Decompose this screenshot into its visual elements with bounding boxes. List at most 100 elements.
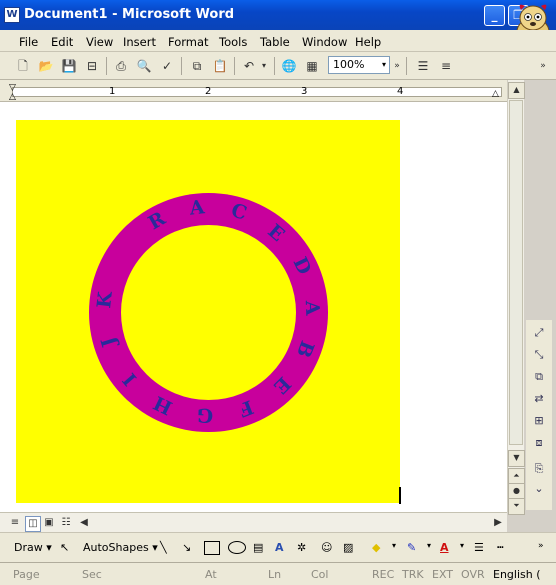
zoom-field[interactable]: 100% ▾ bbox=[328, 56, 390, 74]
scroll-up-icon[interactable]: ▲ bbox=[508, 82, 525, 99]
layout-icon[interactable]: ⧈ bbox=[530, 434, 548, 452]
ring-letter: A bbox=[188, 196, 206, 220]
scroll-down-icon[interactable]: ▼ bbox=[508, 450, 525, 467]
line-style-icon[interactable]: ☰ bbox=[474, 541, 484, 554]
rectangle-icon[interactable] bbox=[204, 541, 220, 555]
scroll-left-icon[interactable]: ◀ bbox=[77, 516, 91, 530]
menu-bar: File Edit View Insert Format Tools Table… bbox=[0, 30, 556, 52]
status-language: English ( bbox=[493, 568, 541, 581]
status-page: Page bbox=[13, 568, 40, 581]
menu-edit[interactable]: Edit bbox=[51, 35, 73, 49]
menu-window[interactable]: Window bbox=[302, 35, 347, 49]
vertical-scroll-thumb[interactable] bbox=[509, 100, 523, 445]
hyperlink-globe-icon[interactable]: 🌐 bbox=[280, 57, 298, 75]
menu-view[interactable]: View bbox=[86, 35, 113, 49]
ruler-strip: 1 2 3 4 bbox=[12, 86, 502, 97]
fill-color-icon[interactable]: ◆ bbox=[372, 541, 380, 554]
spelling-icon[interactable]: ✓ bbox=[158, 57, 176, 75]
status-ovr[interactable]: OVR bbox=[461, 568, 485, 581]
scroll-right-icon[interactable]: ▶ bbox=[491, 516, 505, 530]
drawing-toolbar: Draw ▾ ↖ AutoShapes ▾ ╲ ↘ ▤ A ✲ ☺ ▨ ◆ ▾ … bbox=[0, 532, 556, 562]
standard-toolbar: 🗋 📂 💾 ⊟ ⎙ 🔍 ✓ ⧉ 📋 ↶ ▾ 🌐 ▦ 100% ▾ » ☰ ≡ » bbox=[0, 52, 556, 80]
clip-art-icon[interactable]: ☺ bbox=[321, 541, 332, 554]
font-color-icon[interactable]: A bbox=[440, 541, 449, 554]
toolbar-separator bbox=[406, 57, 407, 75]
dash-style-icon[interactable]: ┅ bbox=[497, 541, 504, 554]
insert-picture-icon[interactable]: ▨ bbox=[343, 541, 353, 554]
autoshapes-menu-button[interactable]: AutoShapes ▾ bbox=[83, 541, 158, 554]
ring-letter: A bbox=[301, 299, 324, 316]
insert-table-icon[interactable]: ▦ bbox=[303, 57, 321, 75]
print-preview-icon[interactable]: 🔍 bbox=[135, 57, 153, 75]
web-layout-view-icon[interactable]: ◫ bbox=[25, 516, 41, 532]
permission-icon[interactable]: ⊟ bbox=[83, 57, 101, 75]
paste-icon[interactable]: 📋 bbox=[211, 57, 229, 75]
copy-icon[interactable]: ⧉ bbox=[188, 57, 206, 75]
palette-overflow-icon[interactable]: ⌄ bbox=[530, 480, 548, 498]
outline-view-icon[interactable]: ☷ bbox=[59, 516, 73, 530]
textbox-icon[interactable]: ▤ bbox=[253, 541, 263, 554]
arrow-icon[interactable]: ↘ bbox=[182, 541, 191, 554]
title-bar: W Document1 - Microsoft Word _ ❐ bbox=[0, 0, 556, 30]
fit-drawing-icon[interactable]: ⤢ bbox=[530, 324, 548, 342]
menu-tools[interactable]: Tools bbox=[219, 35, 247, 49]
right-indent-marker-icon[interactable]: △ bbox=[492, 89, 499, 99]
menu-table[interactable]: Table bbox=[260, 35, 290, 49]
line-color-dropdown-icon[interactable]: ▾ bbox=[427, 541, 431, 550]
ruler-number: 3 bbox=[301, 86, 308, 97]
menu-format[interactable]: Format bbox=[168, 35, 209, 49]
wordart-icon[interactable]: A bbox=[275, 541, 284, 554]
word-app-icon[interactable]: W bbox=[4, 7, 20, 23]
toolbar-separator bbox=[234, 57, 235, 75]
status-rec[interactable]: REC bbox=[372, 568, 394, 581]
ring-inner-hole bbox=[121, 225, 296, 400]
line-color-icon[interactable]: ✎ bbox=[407, 541, 416, 554]
toolbar-separator bbox=[274, 57, 275, 75]
text-wrapping-icon[interactable]: ⇄ bbox=[530, 390, 548, 408]
scale-drawing-icon[interactable]: ⧉ bbox=[530, 368, 548, 386]
minimize-button[interactable]: _ bbox=[484, 5, 505, 26]
undo-dropdown-icon[interactable]: ▾ bbox=[259, 57, 269, 75]
draw-menu-button[interactable]: Draw ▾ bbox=[14, 541, 52, 554]
window-title: Document1 - Microsoft Word bbox=[24, 7, 235, 22]
status-ext[interactable]: EXT bbox=[432, 568, 453, 581]
horizontal-scrollbar[interactable]: ≡ ◫ ▣ ☷ ◀ ▶ bbox=[0, 512, 507, 532]
toolbar-separator bbox=[181, 57, 182, 75]
ring-letter: K bbox=[93, 290, 117, 310]
drawing-overflow-icon[interactable]: » bbox=[538, 541, 544, 551]
undo-icon[interactable]: ↶ bbox=[240, 57, 258, 75]
font-color-dropdown-icon[interactable]: ▾ bbox=[460, 541, 464, 550]
line-icon[interactable]: ╲ bbox=[160, 541, 167, 554]
select-objects-icon[interactable]: ↖ bbox=[60, 541, 69, 554]
toolbar-overflow-icon[interactable]: » bbox=[392, 57, 402, 75]
ruler-number: 4 bbox=[397, 86, 404, 97]
draw-label: Draw bbox=[14, 541, 43, 554]
align-left-icon[interactable]: ☰ bbox=[414, 57, 432, 75]
fill-color-dropdown-icon[interactable]: ▾ bbox=[392, 541, 396, 550]
print-icon[interactable]: ⎙ bbox=[112, 57, 130, 75]
next-page-icon[interactable]: ⏷ bbox=[508, 498, 525, 515]
print-layout-view-icon[interactable]: ▣ bbox=[42, 516, 56, 530]
minimize-icon: _ bbox=[491, 8, 498, 22]
organize-icon[interactable]: ⊞ bbox=[530, 412, 548, 430]
drawing-canvas-palette: ⤢ ⤡ ⧉ ⇄ ⊞ ⧈ ⎘ ⌄ bbox=[526, 320, 552, 510]
menu-file[interactable]: File bbox=[19, 35, 38, 49]
zoom-dropdown-icon[interactable]: ▾ bbox=[382, 57, 386, 73]
menu-help[interactable]: Help bbox=[355, 35, 381, 49]
save-icon[interactable]: 💾 bbox=[60, 57, 78, 75]
expand-drawing-icon[interactable]: ⤡ bbox=[530, 346, 548, 364]
formatting-overflow-icon[interactable]: » bbox=[538, 57, 548, 75]
status-trk[interactable]: TRK bbox=[402, 568, 424, 581]
normal-view-icon[interactable]: ≡ bbox=[8, 516, 22, 530]
ring-letter: G bbox=[196, 404, 214, 427]
oval-icon[interactable] bbox=[228, 541, 246, 554]
open-folder-icon[interactable]: 📂 bbox=[37, 57, 55, 75]
new-document-icon[interactable]: 🗋 bbox=[14, 57, 32, 75]
vertical-scrollbar[interactable]: ▲ ▼ ⏶ ● ⏷ bbox=[507, 80, 525, 515]
diagram-icon[interactable]: ✲ bbox=[297, 541, 306, 554]
justify-icon[interactable]: ≡ bbox=[437, 57, 455, 75]
left-indent-marker-icon[interactable]: △ bbox=[9, 92, 16, 102]
canvas-options-icon[interactable]: ⎘ bbox=[530, 460, 548, 478]
horizontal-ruler[interactable]: 1 2 3 4 ▽ △ △ bbox=[0, 80, 510, 102]
menu-insert[interactable]: Insert bbox=[123, 35, 156, 49]
